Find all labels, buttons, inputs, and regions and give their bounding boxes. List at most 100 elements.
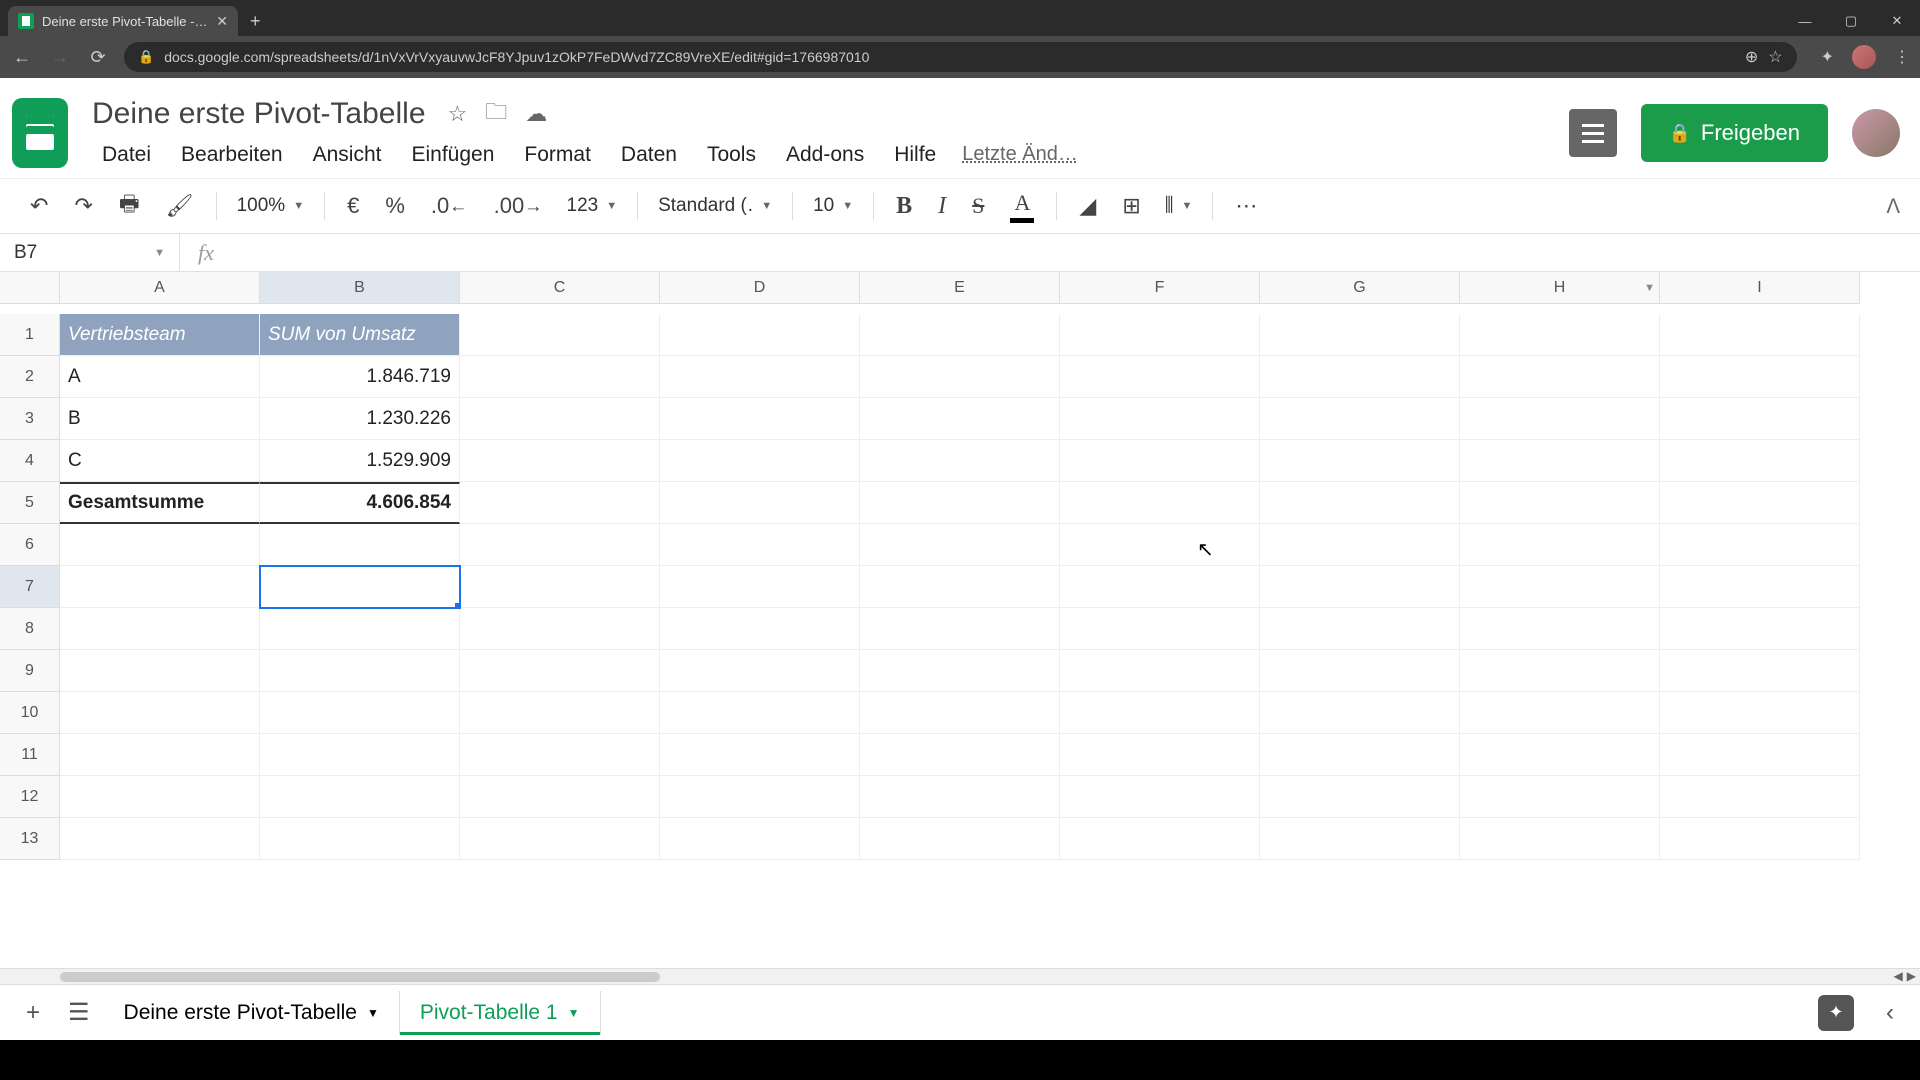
cell-B6[interactable] xyxy=(260,524,460,566)
cell-A1[interactable]: Vertriebsteam xyxy=(60,314,260,356)
row-header-3[interactable]: 3 xyxy=(0,398,60,440)
cell-E2[interactable] xyxy=(860,356,1060,398)
font-size-select[interactable]: 10 ▼ xyxy=(805,191,861,221)
col-header-G[interactable]: G xyxy=(1260,272,1460,304)
cell-A5[interactable]: Gesamtsumme xyxy=(60,482,260,524)
cell-A4[interactable]: C xyxy=(60,440,260,482)
cell-H5[interactable] xyxy=(1460,482,1660,524)
col-header-F[interactable]: F xyxy=(1060,272,1260,304)
cell-A13[interactable] xyxy=(60,818,260,860)
menu-tools[interactable]: Tools xyxy=(693,139,770,171)
cell-C5[interactable] xyxy=(460,482,660,524)
cell-B2[interactable]: 1.846.719 xyxy=(260,356,460,398)
menu-addons[interactable]: Add-ons xyxy=(772,139,878,171)
last-edit-link[interactable]: Letzte Änd… xyxy=(952,139,1088,171)
col-header-A[interactable]: A xyxy=(60,272,260,304)
extensions-icon[interactable]: ✦ xyxy=(1821,47,1834,67)
merge-cells-button[interactable]: ⫼▼ xyxy=(1157,191,1201,221)
cell-E12[interactable] xyxy=(860,776,1060,818)
row-header-9[interactable]: 9 xyxy=(0,650,60,692)
cell-D5[interactable] xyxy=(660,482,860,524)
menu-format[interactable]: Format xyxy=(510,139,605,171)
cell-C7[interactable] xyxy=(460,566,660,608)
cell-A9[interactable] xyxy=(60,650,260,692)
cell-B13[interactable] xyxy=(260,818,460,860)
cell-D3[interactable] xyxy=(660,398,860,440)
formula-input[interactable] xyxy=(232,242,1920,263)
menu-insert[interactable]: Einfügen xyxy=(397,139,508,171)
cell-F3[interactable] xyxy=(1060,398,1260,440)
cell-C6[interactable] xyxy=(460,524,660,566)
sheet-tab-1[interactable]: Deine erste Pivot-Tabelle ▼ xyxy=(104,991,400,1035)
cell-E7[interactable] xyxy=(860,566,1060,608)
redo-button[interactable]: ↷ xyxy=(64,187,102,225)
cell-A10[interactable] xyxy=(60,692,260,734)
cell-G3[interactable] xyxy=(1260,398,1460,440)
strikethrough-button[interactable]: S xyxy=(962,187,994,225)
cell-G7[interactable] xyxy=(1260,566,1460,608)
cell-I1[interactable] xyxy=(1660,314,1860,356)
sheet-tab-2[interactable]: Pivot-Tabelle 1 ▼ xyxy=(400,991,601,1035)
doc-title[interactable]: Deine erste Pivot-Tabelle xyxy=(88,95,430,133)
side-panel-toggle[interactable]: ‹ xyxy=(1872,991,1908,1035)
scroll-right-icon[interactable]: ▶ xyxy=(1907,969,1916,983)
cell-E6[interactable] xyxy=(860,524,1060,566)
add-sheet-button[interactable]: + xyxy=(12,991,54,1035)
cell-A7[interactable] xyxy=(60,566,260,608)
cell-H1[interactable] xyxy=(1460,314,1660,356)
row-header-5[interactable]: 5 xyxy=(0,482,60,524)
cell-C2[interactable] xyxy=(460,356,660,398)
url-box[interactable]: 🔒 docs.google.com/spreadsheets/d/1nVxVrV… xyxy=(124,42,1797,72)
decrease-decimal-button[interactable]: .0← xyxy=(421,187,478,225)
row-header-6[interactable]: 6 xyxy=(0,524,60,566)
zoom-icon[interactable]: ⊕ xyxy=(1745,47,1758,67)
cell-E5[interactable] xyxy=(860,482,1060,524)
cell-A12[interactable] xyxy=(60,776,260,818)
browser-tab[interactable]: Deine erste Pivot-Tabelle - Goog ✕ xyxy=(8,6,238,36)
cell-D13[interactable] xyxy=(660,818,860,860)
cell-I8[interactable] xyxy=(1660,608,1860,650)
back-button[interactable]: ← xyxy=(10,47,34,68)
cell-B3[interactable]: 1.230.226 xyxy=(260,398,460,440)
cell-D4[interactable] xyxy=(660,440,860,482)
cell-F13[interactable] xyxy=(1060,818,1260,860)
cell-F2[interactable] xyxy=(1060,356,1260,398)
forward-button[interactable]: → xyxy=(48,47,72,68)
cell-D12[interactable] xyxy=(660,776,860,818)
cell-G4[interactable] xyxy=(1260,440,1460,482)
cell-C1[interactable] xyxy=(460,314,660,356)
cell-I11[interactable] xyxy=(1660,734,1860,776)
cell-I2[interactable] xyxy=(1660,356,1860,398)
cell-H4[interactable] xyxy=(1460,440,1660,482)
cell-D7[interactable] xyxy=(660,566,860,608)
row-header-7[interactable]: 7 xyxy=(0,566,60,608)
cell-G6[interactable] xyxy=(1260,524,1460,566)
account-avatar[interactable] xyxy=(1852,109,1900,157)
cell-D1[interactable] xyxy=(660,314,860,356)
selection-handle[interactable] xyxy=(455,603,460,608)
cell-F7[interactable] xyxy=(1060,566,1260,608)
row-header-10[interactable]: 10 xyxy=(0,692,60,734)
move-doc-icon[interactable]: 🗀 xyxy=(485,95,507,133)
cell-H13[interactable] xyxy=(1460,818,1660,860)
cell-D11[interactable] xyxy=(660,734,860,776)
cell-H10[interactable] xyxy=(1460,692,1660,734)
chevron-down-icon[interactable]: ▼ xyxy=(568,1006,580,1020)
row-header-11[interactable]: 11 xyxy=(0,734,60,776)
col-header-H[interactable]: H▼ xyxy=(1460,272,1660,304)
menu-edit[interactable]: Bearbeiten xyxy=(167,139,297,171)
cell-C13[interactable] xyxy=(460,818,660,860)
chevron-down-icon[interactable]: ▼ xyxy=(1644,282,1655,294)
cell-G13[interactable] xyxy=(1260,818,1460,860)
scroll-left-icon[interactable]: ◀ xyxy=(1894,969,1903,983)
cell-D6[interactable] xyxy=(660,524,860,566)
col-header-B[interactable]: B xyxy=(260,272,460,304)
menu-data[interactable]: Daten xyxy=(607,139,691,171)
borders-button[interactable]: ⊞ xyxy=(1112,187,1150,225)
cell-F6[interactable] xyxy=(1060,524,1260,566)
col-header-C[interactable]: C xyxy=(460,272,660,304)
cell-B10[interactable] xyxy=(260,692,460,734)
cell-E9[interactable] xyxy=(860,650,1060,692)
cell-H2[interactable] xyxy=(1460,356,1660,398)
cell-I5[interactable] xyxy=(1660,482,1860,524)
